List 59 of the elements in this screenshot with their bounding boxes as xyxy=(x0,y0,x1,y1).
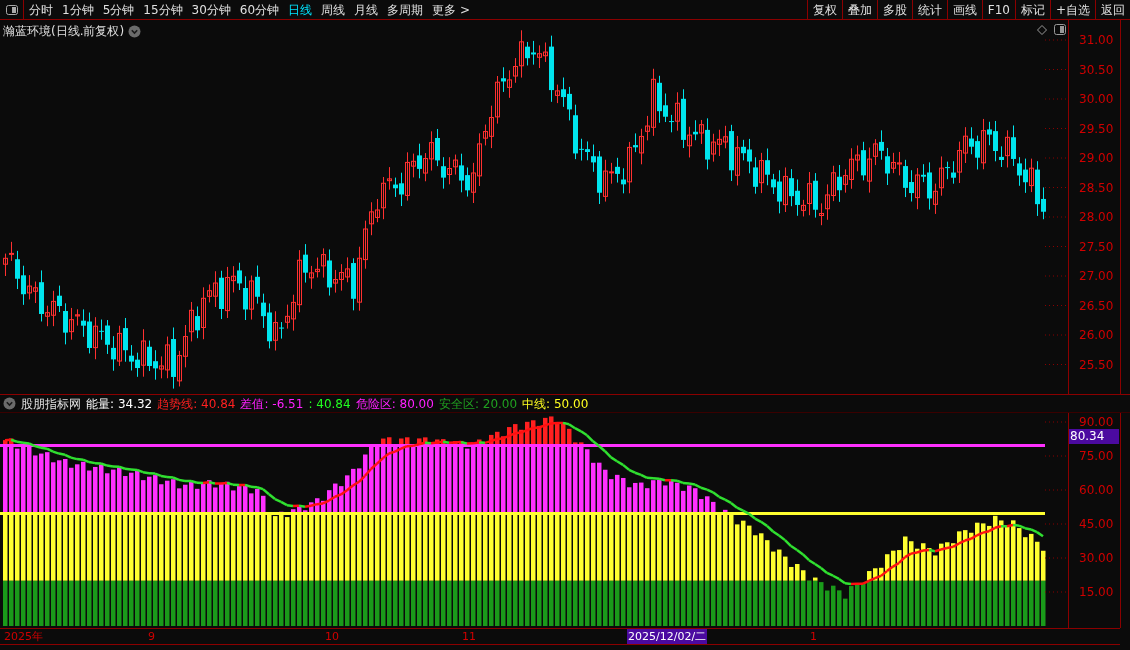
axis-label: 90.00 xyxy=(1079,415,1114,429)
period-tab[interactable]: 分时 xyxy=(29,0,53,19)
indicator-reading: 危险区: 80.00 xyxy=(355,395,434,413)
period-tab[interactable]: 月线 xyxy=(354,0,379,19)
panel-toggle-icon[interactable] xyxy=(5,4,18,15)
indicator-reading: : 40.84 xyxy=(308,395,351,413)
diamond-icon[interactable] xyxy=(1037,25,1047,35)
period-tab[interactable]: 周线 xyxy=(321,0,346,19)
axis-label: 30.00 xyxy=(1079,551,1114,565)
axis-label: 27.00 xyxy=(1079,269,1114,283)
period-tab[interactable]: 60分钟 xyxy=(239,0,280,19)
toolbar-button[interactable]: 标记 xyxy=(1014,0,1050,19)
toolbar-button[interactable]: +自选 xyxy=(1049,0,1095,19)
axis-label: 29.50 xyxy=(1079,121,1114,136)
axis-label: 15.00 xyxy=(1079,585,1114,599)
period-tab[interactable]: 多周期 xyxy=(387,0,424,19)
indicator-reading: 安全区: 20.00 xyxy=(438,395,518,413)
axis-label: 25.50 xyxy=(1079,357,1114,372)
toolbar-button[interactable]: 叠加 xyxy=(841,0,877,19)
date-label: 2025/12/02/二 xyxy=(627,629,708,644)
axis-label: 30.50 xyxy=(1079,62,1114,77)
date-label: 10 xyxy=(325,629,339,644)
axis-label: 27.50 xyxy=(1079,239,1114,254)
indicator-reading: 能量: 34.32 xyxy=(86,395,153,413)
indicator-name: 股朋指标网 xyxy=(21,395,81,413)
axis-label: 28.00 xyxy=(1079,210,1114,224)
date-label: 11 xyxy=(462,629,476,644)
toolbar-button[interactable]: 统计 xyxy=(911,0,947,19)
period-tab[interactable]: 5分钟 xyxy=(102,0,135,19)
date-label: 2025年 xyxy=(4,629,43,644)
axis-label: 26.50 xyxy=(1079,298,1114,313)
period-tab[interactable]: 1分钟 xyxy=(62,0,94,19)
period-tab[interactable]: 30分钟 xyxy=(191,0,231,19)
toolbar-button[interactable]: 复权 xyxy=(806,0,842,19)
toolbar-button[interactable]: 画线 xyxy=(946,0,982,19)
period-tab[interactable]: 更多 > xyxy=(432,0,470,19)
date-label: 9 xyxy=(148,629,155,644)
axis-label: 29.00 xyxy=(1079,151,1114,165)
panel-toggle-icon[interactable] xyxy=(1054,24,1066,35)
indicator-reading: 中线: 50.00 xyxy=(522,395,589,413)
axis-label: 31.00 xyxy=(1079,33,1114,47)
axis-label: 75.00 xyxy=(1079,449,1114,463)
toolbar-button[interactable]: F10 xyxy=(981,0,1015,19)
axis-label: 60.00 xyxy=(1079,483,1114,497)
chart-title: 瀚蓝环境(日线.前复权) xyxy=(3,23,125,40)
toolbar-button[interactable]: 返回 xyxy=(1095,0,1130,19)
period-tab[interactable]: 日线 xyxy=(288,0,313,19)
axis-label: 45.00 xyxy=(1079,517,1114,531)
cursor-value-label: 80.34 xyxy=(1069,429,1119,444)
dropdown-icon[interactable] xyxy=(3,397,16,410)
axis-label: 26.00 xyxy=(1079,328,1114,342)
indicator-reading: 差值: -6.51 xyxy=(240,395,304,413)
axis-label: 30.00 xyxy=(1079,92,1114,106)
toolbar-button[interactable]: 多股 xyxy=(876,0,912,19)
period-tab[interactable]: 15分钟 xyxy=(143,0,183,19)
date-label: 1 xyxy=(810,629,817,644)
dropdown-icon[interactable] xyxy=(128,24,142,38)
indicator-reading: 趋势线: 40.84 xyxy=(157,395,236,413)
axis-label: 28.50 xyxy=(1079,180,1114,195)
